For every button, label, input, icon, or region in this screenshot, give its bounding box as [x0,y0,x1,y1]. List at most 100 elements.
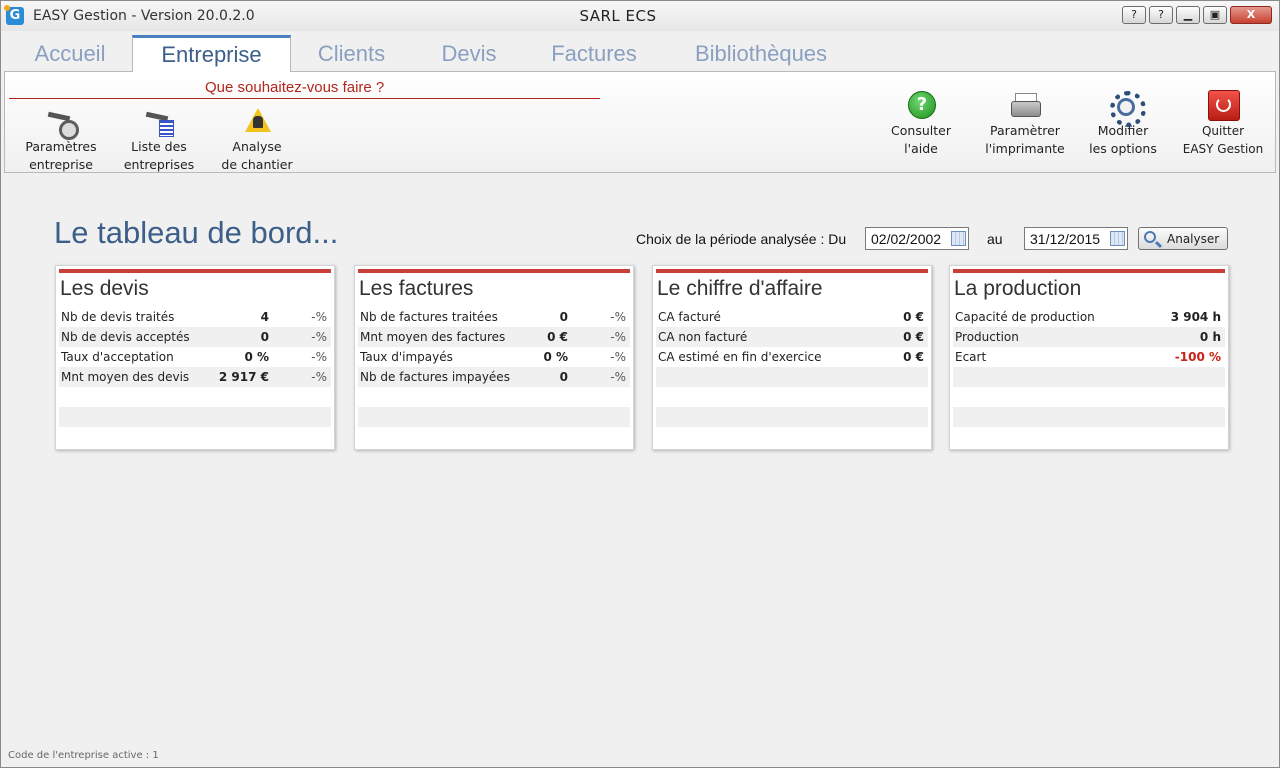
table-row: Taux d'impayés 0 % -% [358,347,630,367]
site-analysis-button[interactable]: Analyse de chantier [213,106,301,174]
date-to-value: 31/12/2015 [1030,231,1101,247]
table-row: Nb de factures traitées 0 -% [358,307,630,327]
card-rows: Nb de factures traitées 0 -% Mnt moyen d… [358,307,630,427]
devis-card: Les devis Nb de devis traités 4 -% Nb de… [55,265,335,450]
empty-row [358,407,630,427]
window-controls: ? ? ▁ ▣ X [1122,6,1272,24]
row-percent: -% [610,310,626,324]
row-value: 0 [559,310,568,324]
production-card: La production Capacité de production 3 9… [949,265,1229,450]
card-title: La production [954,277,1082,300]
row-percent: -% [610,350,626,364]
row-value: 0 € [547,330,568,344]
row-percent: -% [311,310,327,324]
company-name: SARL ECS [579,7,657,25]
company-settings-button[interactable]: Paramètres entreprise [19,106,103,174]
date-from-field[interactable]: 02/02/2002 [865,227,969,250]
card-title: Les factures [359,277,474,300]
calendar-icon[interactable] [951,231,966,246]
factures-card: Les factures Nb de factures traitées 0 -… [354,265,634,450]
help-consult-label: Consulter l'aide [891,123,951,156]
empty-row [953,367,1225,387]
row-label: Capacité de production [955,310,1095,324]
date-from-value: 02/02/2002 [871,231,942,247]
maximize-button[interactable]: ▣ [1203,6,1227,24]
analyse-button-label: Analyser [1167,232,1220,246]
card-accent-bar [656,269,928,273]
power-icon [1207,90,1240,121]
printer-settings-label: Paramètrer l'imprimante [985,123,1065,156]
row-percent: -% [610,330,626,344]
printer-icon [1009,90,1041,120]
row-value: -100 % [1174,350,1221,364]
row-percent: -% [610,370,626,384]
main-tabs: Accueil Entreprise Clients Devis Facture… [4,31,1276,72]
row-value: 2 917 € [218,370,269,384]
row-label: Mnt moyen des factures [360,330,506,344]
date-to-field[interactable]: 31/12/2015 [1024,227,1128,250]
empty-row [656,407,928,427]
minimize-button[interactable]: ▁ [1176,6,1200,24]
tab-factures[interactable]: Factures [534,37,654,71]
quit-label: Quitter EASY Gestion [1182,124,1264,156]
empty-row [656,367,928,387]
table-row: Ecart -100 % [953,347,1225,367]
card-accent-bar [59,269,331,273]
table-row: Nb de devis traités 4 -% [59,307,331,327]
tab-devis[interactable]: Devis [424,37,514,71]
printer-settings-button[interactable]: Paramètrer l'imprimante [979,90,1071,158]
extra-help-button[interactable]: ? [1122,6,1146,24]
row-label: CA facturé [658,310,721,324]
row-value: 0 % [543,350,568,364]
tab-accueil[interactable]: Accueil [8,37,132,71]
help-button[interactable]: ? [1149,6,1173,24]
empty-row [59,387,331,407]
analyse-button[interactable]: Analyser [1138,227,1228,250]
table-row: Mnt moyen des factures 0 € -% [358,327,630,347]
company-list-label: Liste des entreprises [123,139,195,172]
table-row: Nb de factures impayées 0 -% [358,367,630,387]
card-rows: CA facturé 0 € CA non facturé 0 € CA est… [656,307,928,427]
quit-button[interactable]: Quitter EASY Gestion [1172,90,1274,158]
table-row: Nb de devis acceptés 0 -% [59,327,331,347]
empty-row [953,407,1225,427]
site-analysis-icon [241,106,273,136]
search-icon [1144,231,1156,243]
options-button[interactable]: Modifier les options [1083,90,1163,158]
tab-entreprise[interactable]: Entreprise [132,35,291,72]
tab-clients[interactable]: Clients [299,37,404,71]
card-rows: Capacité de production 3 904 h Productio… [953,307,1225,427]
row-value: 0 [260,330,269,344]
empty-row [953,387,1225,407]
row-value: 3 904 h [1170,310,1221,324]
table-row: CA estimé en fin d'exercice 0 € [656,347,928,367]
row-label: Nb de devis traités [61,310,175,324]
help-consult-button[interactable]: Consulter l'aide [881,90,961,158]
title-bar: G EASY Gestion - Version 20.0.2.0 SARL E… [1,1,1279,31]
row-label: Nb de factures traitées [360,310,498,324]
row-label: CA non facturé [658,330,748,344]
row-label: Ecart [955,350,987,364]
row-value: 0 € [903,330,924,344]
period-label: Choix de la période analysée : Du [636,231,847,247]
card-accent-bar [953,269,1225,273]
empty-row [656,387,928,407]
table-row: CA non facturé 0 € [656,327,928,347]
calendar-icon[interactable] [1110,231,1125,246]
ribbon: Que souhaitez-vous faire ? Paramètres en… [4,71,1276,173]
dashboard-title: Le tableau de bord... [54,215,339,250]
row-value: 4 [260,310,269,324]
row-label: CA estimé en fin d'exercice [658,350,822,364]
row-value: 0 % [244,350,269,364]
table-row: Taux d'acceptation 0 % -% [59,347,331,367]
row-label: Nb de factures impayées [360,370,510,384]
card-title: Le chiffre d'affaire [657,277,823,300]
help-icon [905,90,937,120]
close-button[interactable]: X [1230,6,1272,24]
gear-icon [1107,90,1146,127]
company-list-button[interactable]: Liste des entreprises [117,106,201,174]
card-accent-bar [358,269,630,273]
app-window: G EASY Gestion - Version 20.0.2.0 SARL E… [0,0,1280,768]
status-text: Code de l'entreprise active : 1 [8,750,159,761]
tab-bibliotheques[interactable]: Bibliothèques [676,37,846,71]
